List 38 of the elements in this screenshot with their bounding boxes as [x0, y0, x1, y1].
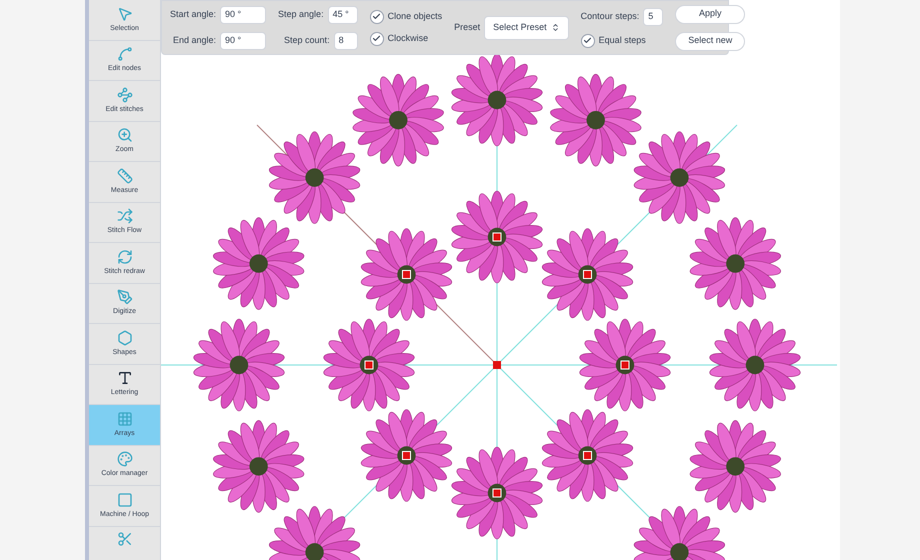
action-button[interactable]: Apply	[675, 4, 746, 24]
field-label: Step count:	[284, 34, 330, 47]
checkbox-label: Equal steps	[598, 34, 646, 47]
grid-icon	[116, 410, 132, 426]
number-field[interactable]: 8	[334, 32, 358, 50]
checkbox[interactable]	[370, 32, 384, 46]
square-icon	[116, 492, 132, 508]
field-label: Start angle:	[170, 8, 216, 21]
field-label: Contour steps:	[580, 10, 640, 23]
pointer-icon	[116, 6, 132, 22]
number-field[interactable]: 90 °	[220, 32, 266, 50]
preset-select[interactable]: Select Preset	[484, 16, 569, 40]
palette-icon	[116, 451, 132, 467]
curve-icon	[116, 46, 132, 62]
number-field[interactable]: 45 °	[328, 6, 358, 24]
ruler-icon	[116, 168, 132, 184]
pen-icon	[116, 289, 132, 305]
number-field[interactable]: 5	[643, 8, 664, 26]
check-icon	[372, 12, 382, 21]
field-label: Step angle:	[278, 8, 324, 21]
number-field[interactable]: 90 °	[220, 6, 266, 24]
action-button[interactable]: Select new	[675, 32, 746, 50]
chevron-icon	[550, 23, 560, 32]
refresh-icon	[116, 248, 132, 264]
field-label: End angle:	[172, 34, 216, 47]
checkbox-label: Clone objects	[388, 10, 442, 23]
nodes-icon	[116, 86, 132, 102]
letter-icon	[116, 370, 132, 386]
arrows-icon	[116, 208, 132, 224]
checkbox-label: Clockwise	[388, 32, 428, 45]
checkbox[interactable]	[580, 34, 595, 48]
zoom-icon	[116, 127, 132, 143]
preset-label: Preset	[454, 20, 480, 34]
check-icon	[583, 36, 592, 45]
check-icon	[372, 34, 382, 43]
scissors-icon	[116, 530, 132, 546]
checkbox[interactable]	[370, 10, 384, 24]
hexagon-icon	[116, 330, 132, 346]
